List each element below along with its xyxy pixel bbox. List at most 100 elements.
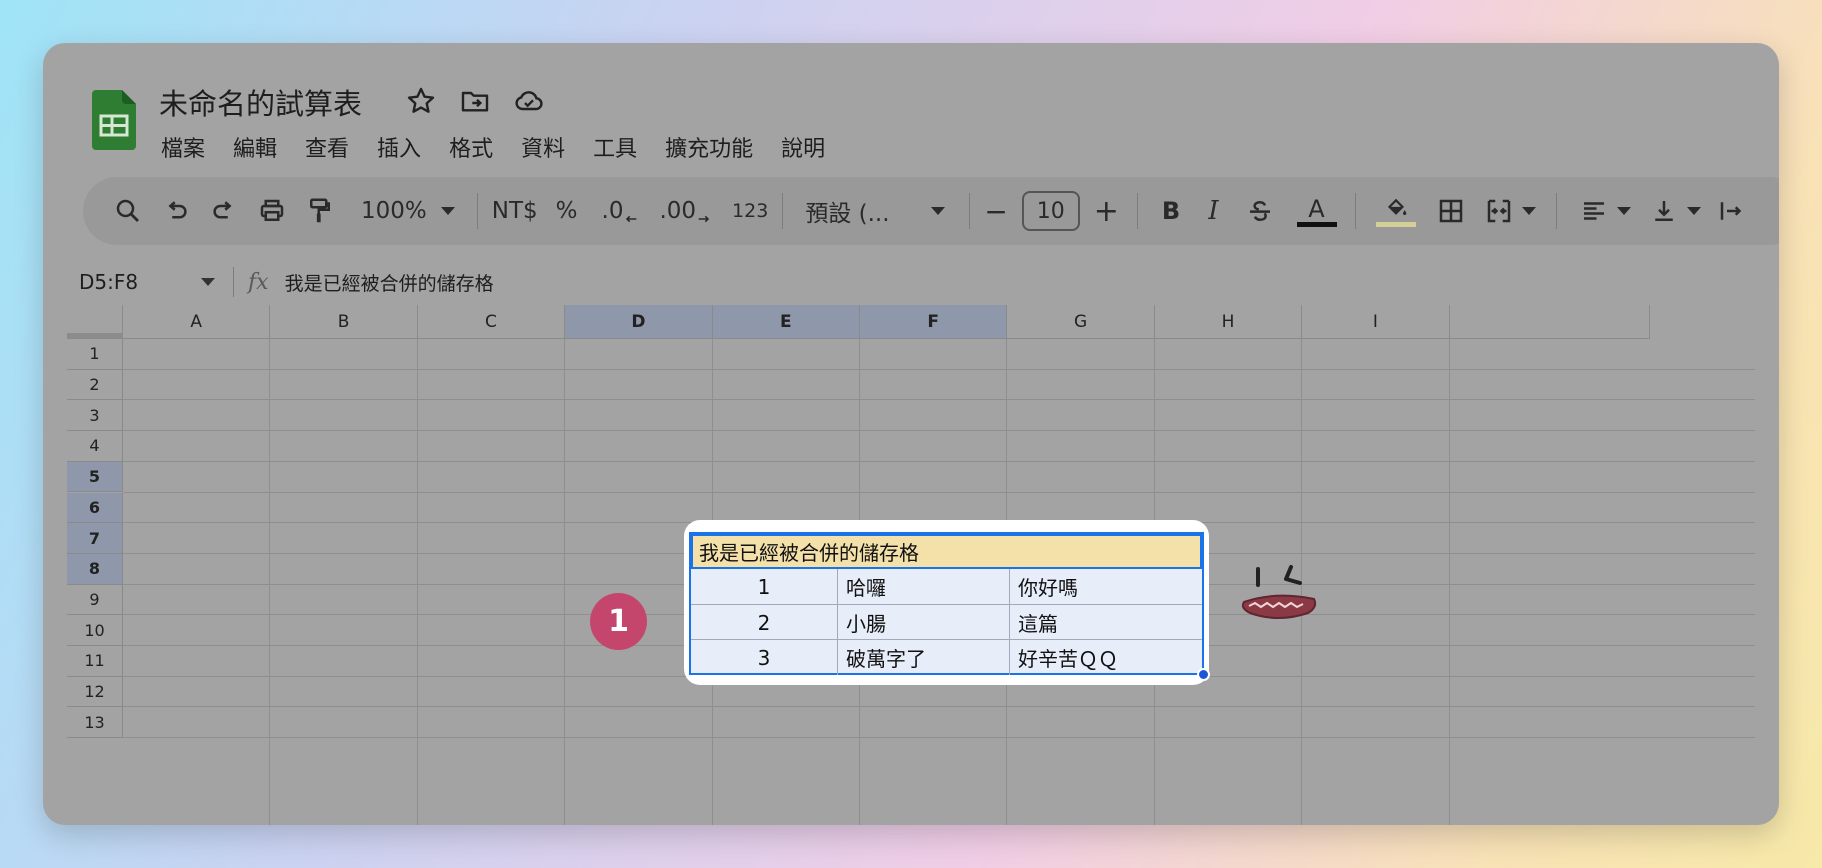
- more-formats-label: 123: [732, 200, 769, 222]
- align-bottom-icon: [1654, 201, 1673, 221]
- merged-cell-d5[interactable]: 我是已經被合併的儲存格: [691, 534, 1202, 569]
- row-header-11[interactable]: 11: [67, 646, 123, 677]
- decrease-decimal-button[interactable]: .0: [602, 191, 640, 231]
- selected-range[interactable]: 我是已經被合併的儲存格 1 哈囉 你好嗎 2 小腸 這篇 3 破萬字了 好辛苦Ｑ…: [689, 532, 1204, 675]
- row-header-2[interactable]: 2: [67, 369, 123, 401]
- increase-font-size-button[interactable]: +: [1094, 191, 1119, 231]
- decrease-font-size-button[interactable]: −: [984, 191, 1007, 231]
- borders-button[interactable]: [1436, 191, 1466, 231]
- italic-button[interactable]: I: [1208, 191, 1218, 231]
- menu-insert[interactable]: 插入: [377, 131, 421, 163]
- column-header-d[interactable]: D: [565, 305, 713, 339]
- row-header-12[interactable]: 12: [67, 676, 123, 708]
- column-header-h[interactable]: H: [1154, 305, 1303, 339]
- zoom-select[interactable]: 100%: [361, 191, 455, 231]
- name-box[interactable]: D5:F8: [67, 270, 197, 294]
- cell-d7[interactable]: 2: [691, 605, 837, 640]
- paint-format-button[interactable]: [305, 191, 335, 231]
- print-icon: [260, 199, 284, 221]
- menu-extensions[interactable]: 擴充功能: [665, 131, 753, 163]
- font-select[interactable]: 預設 (...: [805, 191, 946, 231]
- search-button[interactable]: [113, 191, 143, 231]
- row-header-7[interactable]: 7: [67, 523, 123, 554]
- toolbar-divider: [476, 193, 478, 229]
- strikethrough-button[interactable]: [1245, 191, 1275, 231]
- menu-help[interactable]: 說明: [781, 131, 825, 163]
- increase-decimal-button[interactable]: .00: [659, 191, 712, 231]
- redo-button[interactable]: [209, 191, 239, 231]
- row-header-1[interactable]: 1: [67, 339, 123, 370]
- column-header-g[interactable]: G: [1007, 305, 1155, 339]
- vertical-align-button[interactable]: [1649, 191, 1701, 231]
- cell-f7[interactable]: 這篇: [1010, 605, 1202, 640]
- fill-handle[interactable]: [1197, 668, 1210, 681]
- fill-color-button[interactable]: [1375, 191, 1416, 231]
- menu-tools[interactable]: 工具: [593, 131, 637, 163]
- chevron-down-icon: [1521, 207, 1536, 215]
- row-header-9[interactable]: 9: [67, 584, 123, 616]
- cell-d6[interactable]: 1: [691, 569, 837, 604]
- grid-line: [123, 460, 1755, 462]
- redo-icon: [213, 201, 232, 219]
- menu-view[interactable]: 查看: [305, 131, 349, 163]
- menu-edit[interactable]: 編輯: [233, 131, 277, 163]
- row-header-8[interactable]: 8: [67, 553, 123, 585]
- grid-line: [123, 399, 1755, 401]
- cell-f8[interactable]: 好辛苦ＱＱ: [1010, 640, 1202, 675]
- column-header-e[interactable]: E: [712, 305, 860, 339]
- sad-face-doodle-icon: [1241, 565, 1317, 619]
- menu-data[interactable]: 資料: [521, 131, 565, 163]
- grid-line: [123, 737, 1755, 739]
- sheets-logo-icon[interactable]: [92, 90, 136, 150]
- star-icon[interactable]: [405, 85, 437, 117]
- select-all-corner[interactable]: [67, 305, 123, 339]
- row-header-5[interactable]: 5: [67, 461, 123, 493]
- undo-button[interactable]: [161, 191, 191, 231]
- percent-format-button[interactable]: %: [556, 191, 578, 231]
- text-color-button[interactable]: A: [1296, 191, 1337, 231]
- toolbar-divider: [1354, 193, 1356, 229]
- row-header-10[interactable]: 10: [67, 615, 123, 646]
- horizontal-align-button[interactable]: [1579, 191, 1631, 231]
- column-header-c[interactable]: C: [417, 305, 566, 339]
- cell-f6[interactable]: 你好嗎: [1010, 569, 1202, 604]
- cloud-saved-icon[interactable]: [513, 85, 545, 117]
- fill-color-swatch: [1375, 221, 1416, 227]
- chevron-down-icon[interactable]: [201, 278, 215, 286]
- row-header-4[interactable]: 4: [67, 431, 123, 462]
- font-size-input[interactable]: 10: [1021, 191, 1080, 231]
- cell-e6[interactable]: 哈囉: [838, 569, 1009, 604]
- column-header-i[interactable]: I: [1302, 305, 1450, 339]
- currency-format-button[interactable]: NT$: [492, 191, 538, 231]
- document-title[interactable]: 未命名的試算表: [159, 81, 362, 123]
- merge-cells-button[interactable]: [1484, 191, 1536, 231]
- bold-button[interactable]: B: [1162, 191, 1180, 231]
- grid-line: [123, 491, 1755, 493]
- column-header-f[interactable]: F: [860, 305, 1008, 339]
- toolbar-divider: [782, 193, 784, 229]
- row-header-13[interactable]: 13: [67, 707, 123, 739]
- move-folder-icon[interactable]: [459, 85, 491, 117]
- more-formats-button[interactable]: 123: [732, 191, 768, 231]
- text-wrap-icon: [1720, 202, 1741, 220]
- column-header-overflow: [1449, 305, 1650, 339]
- text-wrap-button[interactable]: [1717, 191, 1747, 231]
- column-header-a[interactable]: A: [123, 305, 271, 339]
- paint-roller-icon: [310, 198, 330, 223]
- column-header-b[interactable]: B: [270, 305, 418, 339]
- menu-file[interactable]: 檔案: [161, 131, 205, 163]
- menu-format[interactable]: 格式: [449, 131, 493, 163]
- row-header-3[interactable]: 3: [67, 400, 123, 432]
- borders-icon: [1439, 199, 1462, 223]
- cell-d8[interactable]: 3: [691, 640, 837, 675]
- decrease-decimal-label: .0: [601, 198, 624, 224]
- formula-input[interactable]: 我是已經被合併的儲存格: [285, 269, 494, 296]
- row-header-6[interactable]: 6: [67, 492, 123, 524]
- cell-e8[interactable]: 破萬字了: [838, 640, 1009, 675]
- toolbar: 100% NT$ % .0 .00 123 預設 (... − 10 + B I…: [83, 177, 1779, 245]
- cell-e7[interactable]: 小腸: [838, 605, 1009, 640]
- arrow-right-icon: [698, 215, 710, 223]
- formula-bar: D5:F8 fx 我是已經被合併的儲存格: [67, 259, 1779, 305]
- arrow-left-icon: [626, 215, 637, 223]
- print-button[interactable]: [257, 191, 287, 231]
